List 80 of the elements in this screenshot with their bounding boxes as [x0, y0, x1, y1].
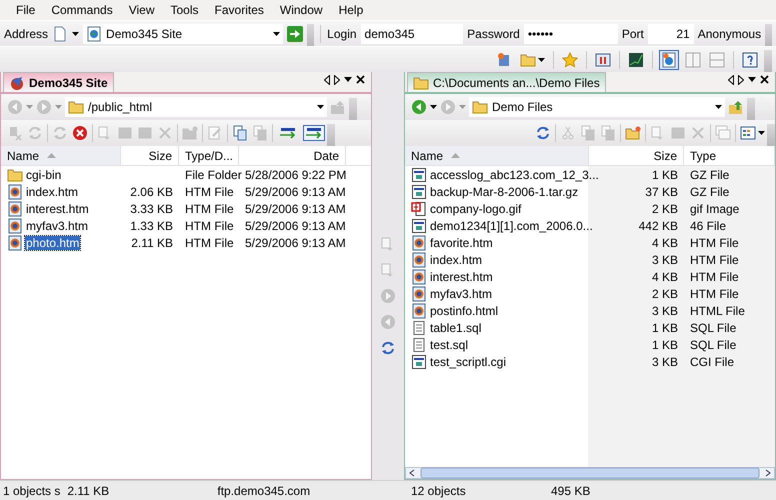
table-cell-text: GZ File: [689, 184, 730, 198]
table-cell-text: 2.11 KB: [130, 236, 174, 250]
table-cell-text: File Folder: [184, 168, 239, 182]
table-cell-text: 4 KB: [650, 236, 679, 250]
menu-item[interactable]: File: [8, 3, 44, 17]
file-name[interactable]: cgi-bin: [25, 168, 62, 182]
column-header[interactable]: Name: [405, 146, 589, 165]
file-name[interactable]: demo1234[1][1].com_2006.0...: [429, 218, 594, 232]
table-cell-text: 46 File: [689, 218, 728, 232]
address-label: Address: [4, 26, 48, 40]
table-cell-text: 3 KB: [650, 304, 679, 318]
file-name[interactable]: myfav3.htm: [25, 218, 90, 232]
table-cell-text: HTM File: [184, 236, 235, 250]
table-cell-text: HTM File: [689, 286, 740, 300]
menu-item[interactable]: View: [120, 3, 162, 17]
status-text: ftp.demo345.com: [216, 484, 312, 498]
table-cell-text: HTML File: [689, 304, 746, 318]
table-cell-text: SQL File: [689, 320, 738, 334]
file-name[interactable]: test_scriptl.cgi: [429, 354, 508, 368]
file-name[interactable]: interest.htm: [25, 202, 90, 216]
pane-tab[interactable]: C:\Documents an...\Demo Files: [407, 72, 606, 92]
table-cell-text: CGI File: [689, 354, 736, 368]
column-header[interactable]: Name: [1, 146, 121, 165]
table-cell-text: 3.33 KB: [129, 202, 174, 216]
table-cell-text: 1 KB: [650, 338, 679, 352]
table-cell-text: HTM File: [184, 202, 235, 216]
table-cell-text: GZ File: [689, 168, 730, 182]
table-cell-text: 3 KB: [650, 252, 679, 266]
path-dropdown[interactable]: Demo Files: [469, 97, 725, 117]
table-cell-text: 2 KB: [650, 202, 679, 216]
status-text: 12 objects: [410, 484, 467, 498]
table-cell-text: 2.06 KB: [129, 184, 174, 198]
table-cell-text: HTM File: [689, 270, 740, 284]
login-field[interactable]: demo345: [360, 24, 464, 44]
table-cell-text: SQL File: [689, 338, 738, 352]
table-cell-text: 1 KB: [650, 320, 679, 334]
anonymous-label: Anonymous: [698, 26, 762, 40]
table-cell-text: 5/29/2006 9:13 AM: [244, 202, 346, 216]
table-cell-text: 2 KB: [650, 286, 679, 300]
file-name[interactable]: index.htm: [25, 184, 80, 198]
password-field[interactable]: ••••••: [524, 24, 618, 44]
status-text: 1 objects s: [2, 484, 62, 498]
table-cell-text: 5/29/2006 9:13 AM: [244, 218, 346, 232]
menu-item[interactable]: Favorites: [206, 3, 272, 17]
menu-item[interactable]: Window: [272, 3, 331, 17]
file-name[interactable]: company-logo.gif: [429, 202, 522, 216]
file-name[interactable]: photo.htm: [25, 236, 80, 250]
table-cell-text: 5/29/2006 9:13 AM: [244, 184, 346, 198]
menu-item[interactable]: Tools: [162, 3, 207, 17]
file-name[interactable]: interest.htm: [429, 270, 494, 284]
file-name[interactable]: index.htm: [429, 252, 484, 266]
file-name[interactable]: test.sql: [429, 338, 470, 352]
file-name[interactable]: accesslog_abc123.com_12_3...: [429, 168, 600, 182]
file-name[interactable]: favorite.htm: [429, 236, 494, 250]
table-cell-text: HTM File: [689, 252, 740, 266]
table-cell-text: 37 KB: [644, 184, 679, 198]
table-cell-text: HTM File: [184, 184, 235, 198]
menu-item[interactable]: Commands: [43, 3, 121, 17]
menu-item[interactable]: Help: [330, 3, 372, 17]
table-cell-text: 5/29/2006 9:13 AM: [244, 236, 346, 250]
table-cell-text: HTM File: [689, 236, 740, 250]
table-cell-text: gif Image: [689, 202, 740, 216]
table-cell-text: 3 KB: [650, 354, 679, 368]
file-name[interactable]: backup-Mar-8-2006-1.tar.gz: [429, 184, 580, 198]
table-cell-text: 1.33 KB: [129, 218, 174, 232]
port-label: Port: [622, 26, 644, 40]
table-cell-text: 5/28/2006 9:22 PM: [244, 168, 346, 182]
address-dropdown[interactable]: Demo345 Site: [83, 24, 284, 44]
file-name[interactable]: postinfo.html: [429, 304, 500, 318]
file-name[interactable]: myfav3.htm: [429, 286, 494, 300]
path-dropdown[interactable]: /public_html: [65, 97, 327, 117]
table-cell-text: HTM File: [184, 218, 235, 232]
table-cell-text: 4 KB: [650, 270, 679, 284]
port-field[interactable]: 21: [648, 24, 694, 44]
password-label: Password: [467, 26, 520, 40]
status-text: 495 KB: [550, 484, 592, 498]
pane-tab[interactable]: Demo345 Site: [3, 72, 114, 92]
file-name[interactable]: table1.sql: [429, 320, 482, 334]
status-text: 2.11 KB: [66, 484, 110, 498]
login-label: Login: [327, 26, 357, 40]
